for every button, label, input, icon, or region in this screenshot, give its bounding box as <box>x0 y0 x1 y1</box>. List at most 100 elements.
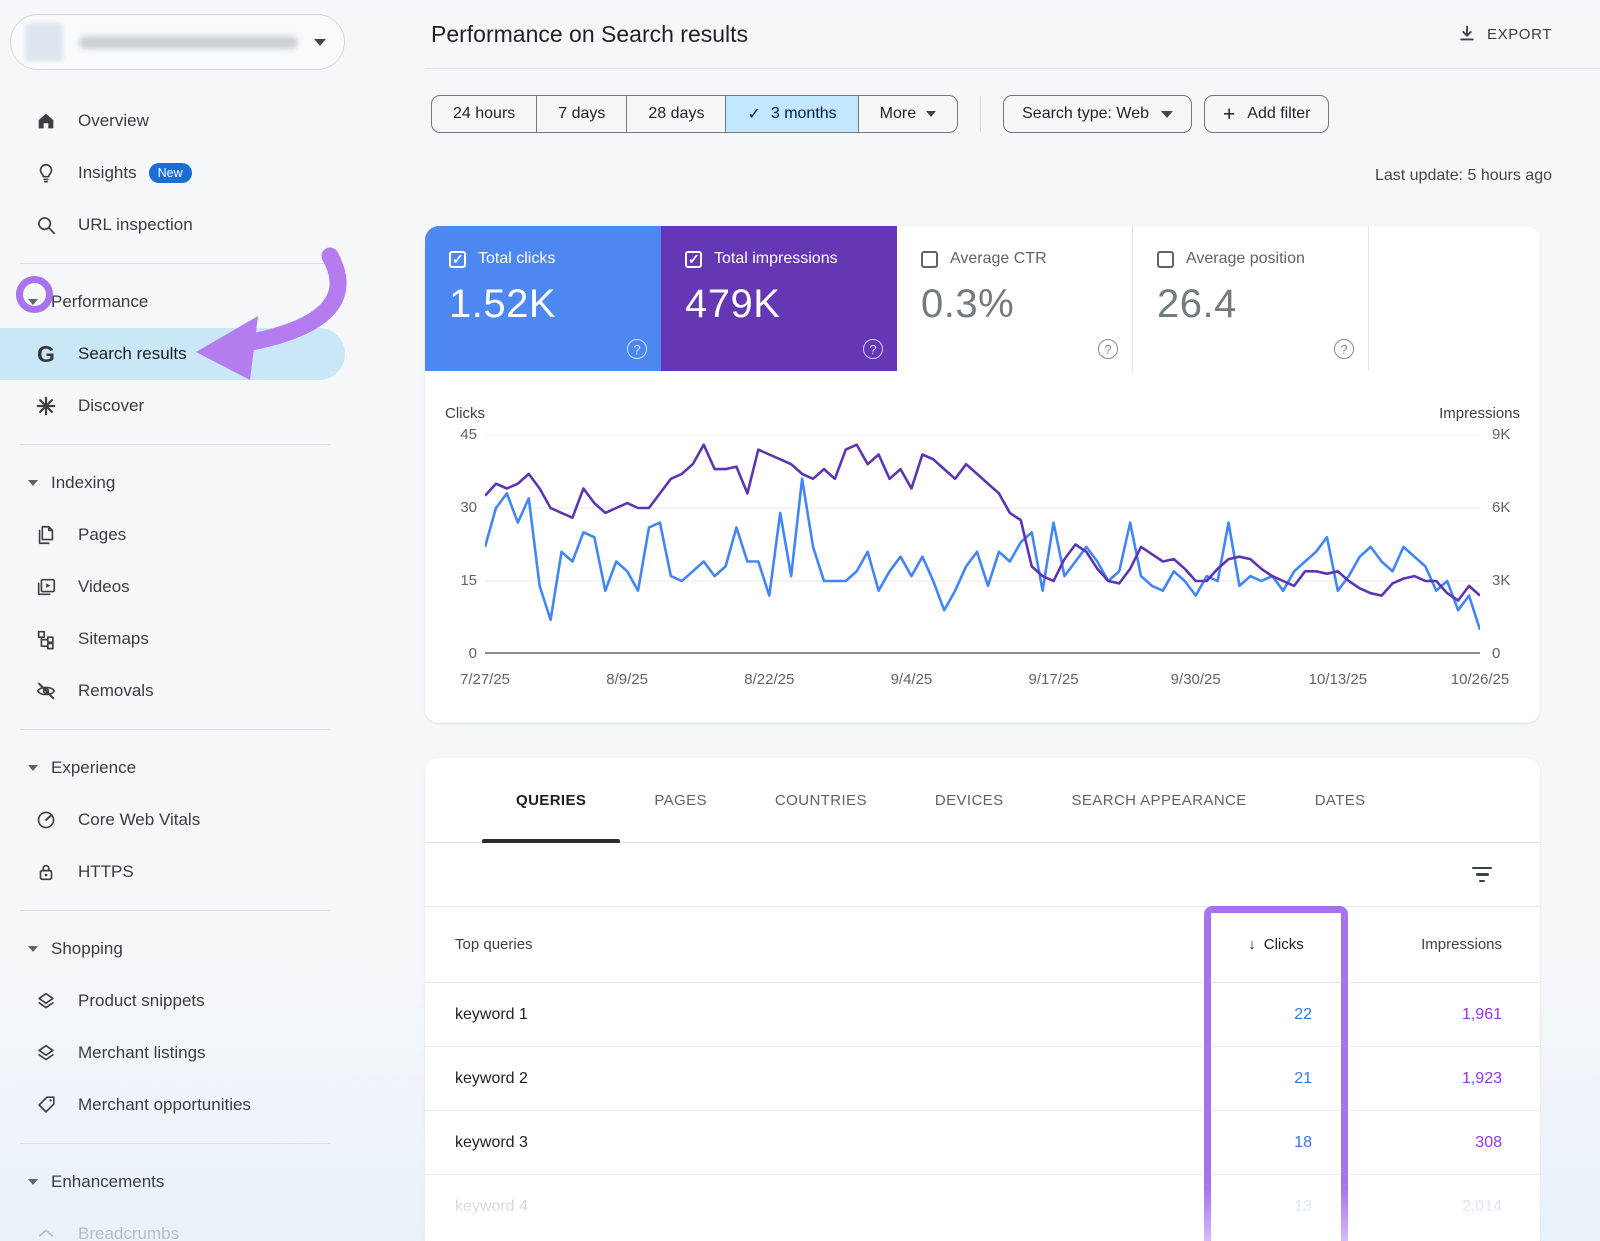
help-icon[interactable]: ? <box>863 339 883 359</box>
divider <box>20 263 330 264</box>
layers-icon <box>34 989 58 1013</box>
sidebar-item-https[interactable]: HTTPS <box>0 846 425 898</box>
sidebar-item-breadcrumbs[interactable]: Breadcrumbs <box>0 1208 425 1241</box>
range-more-dropdown[interactable]: More <box>858 96 957 132</box>
help-icon[interactable]: ? <box>1334 339 1354 359</box>
impressions-value: 2,014 <box>1348 1198 1540 1216</box>
y-axis-right-tick: 3K <box>1492 573 1536 589</box>
tab-queries[interactable]: QUERIES <box>482 758 620 842</box>
sidebar-item-overview[interactable]: Overview <box>0 95 425 147</box>
sidebar-item-core-web-vitals[interactable]: Core Web Vitals <box>0 794 425 846</box>
sidebar-item-merchant-listings[interactable]: Merchant listings <box>0 1027 425 1079</box>
x-axis-tick: 9/4/25 <box>891 671 933 688</box>
search-type-button[interactable]: Search type: Web <box>1003 95 1192 133</box>
tab-search-appearance[interactable]: SEARCH APPEARANCE <box>1038 758 1281 842</box>
series-clicks[interactable] <box>485 479 1480 630</box>
pages-icon <box>34 523 58 547</box>
total-clicks-card[interactable]: Total clicks 1.52K ? <box>425 226 661 371</box>
average-ctr-card[interactable]: Average CTR 0.3% ? <box>897 226 1133 371</box>
y-axis-left-tick: 0 <box>437 646 477 662</box>
chevron-down-icon <box>28 299 38 305</box>
chevron-down-icon <box>1161 111 1173 118</box>
tab-devices[interactable]: DEVICES <box>901 758 1038 842</box>
clicks-value: 18 <box>1204 1134 1348 1152</box>
impressions-value: 1,923 <box>1348 1070 1540 1088</box>
table-row[interactable]: keyword 3 18 308 <box>425 1111 1540 1175</box>
sidebar-item-sitemaps[interactable]: Sitemaps <box>0 613 425 665</box>
total-impressions-value: 479K <box>685 282 877 327</box>
column-header-clicks[interactable]: ↓Clicks <box>1204 936 1348 953</box>
property-logo <box>25 23 63 61</box>
date-range-control: 24 hours 7 days 28 days ✓ 3 months More <box>431 95 958 133</box>
performance-line-chart[interactable]: Clicks Impressions 4530150 9K6K3K0 7/27/… <box>425 371 1540 723</box>
chart-plot-area[interactable] <box>485 435 1480 654</box>
divider <box>20 910 330 911</box>
divider <box>20 729 330 730</box>
video-icon <box>34 575 58 599</box>
property-selector[interactable] <box>10 14 345 70</box>
sidebar-section-enhancements[interactable]: Enhancements <box>0 1156 425 1208</box>
sidebar-section-experience[interactable]: Experience <box>0 742 425 794</box>
tab-countries[interactable]: COUNTRIES <box>741 758 901 842</box>
sidebar-item-url-inspection[interactable]: URL inspection <box>0 199 425 251</box>
sidebar-item-pages[interactable]: Pages <box>0 509 425 561</box>
column-header-top-queries[interactable]: Top queries <box>425 936 1204 953</box>
help-icon[interactable]: ? <box>627 339 647 359</box>
y-axis-left-tick: 45 <box>437 427 477 443</box>
x-axis-tick: 9/30/25 <box>1171 671 1221 688</box>
total-impressions-card[interactable]: Total impressions 479K ? <box>661 226 897 371</box>
chevron-down-icon <box>28 946 38 952</box>
sidebar-item-removals[interactable]: Removals <box>0 665 425 717</box>
range-28-days[interactable]: 28 days <box>626 96 725 132</box>
home-icon <box>34 109 58 133</box>
sidebar-item-merchant-opportunities[interactable]: Merchant opportunities <box>0 1079 425 1131</box>
table-row[interactable]: keyword 2 21 1,923 <box>425 1047 1540 1111</box>
impressions-value: 308 <box>1348 1134 1540 1152</box>
dimensions-panel: QUERIES PAGES COUNTRIES DEVICES SEARCH A… <box>425 758 1540 1241</box>
help-icon[interactable]: ? <box>1098 339 1118 359</box>
sidebar-section-shopping[interactable]: Shopping <box>0 923 425 975</box>
series-impressions[interactable] <box>485 445 1480 601</box>
checkbox-unchecked-icon[interactable] <box>1157 251 1174 268</box>
y-axis-left-title: Clicks <box>445 405 485 422</box>
table-row[interactable]: keyword 1 22 1,961 <box>425 983 1540 1047</box>
export-button[interactable]: EXPORT <box>1457 24 1552 44</box>
checkbox-unchecked-icon[interactable] <box>921 251 938 268</box>
table-row[interactable]: keyword 4 13 2,014 <box>425 1175 1540 1239</box>
sitemap-tree-icon <box>34 627 58 651</box>
breadcrumb-chevron-icon <box>34 1222 58 1241</box>
add-filter-button[interactable]: + Add filter <box>1204 95 1329 133</box>
range-7-days[interactable]: 7 days <box>536 96 626 132</box>
clicks-value: 21 <box>1204 1070 1348 1088</box>
range-3-months-selected[interactable]: ✓ 3 months <box>725 96 857 132</box>
filter-list-icon[interactable] <box>1472 867 1492 883</box>
main-content: Performance on Search results EXPORT 24 … <box>425 0 1600 1241</box>
sidebar-section-performance[interactable]: Performance <box>0 276 425 328</box>
sidebar-item-search-results[interactable]: G Search results <box>0 328 345 380</box>
clicks-value: 22 <box>1204 1006 1348 1024</box>
sidebar-section-indexing[interactable]: Indexing <box>0 457 425 509</box>
plus-icon: + <box>1223 104 1235 125</box>
column-header-impressions[interactable]: Impressions <box>1348 936 1540 953</box>
y-axis-right-tick: 6K <box>1492 500 1536 516</box>
sidebar-item-product-snippets[interactable]: Product snippets <box>0 975 425 1027</box>
y-axis-left-tick: 30 <box>437 500 477 516</box>
x-axis-tick: 7/27/25 <box>460 671 510 688</box>
sidebar-item-videos[interactable]: Videos <box>0 561 425 613</box>
average-position-card[interactable]: Average position 26.4 ? <box>1133 226 1369 371</box>
divider <box>20 1143 330 1144</box>
checkbox-checked-icon[interactable] <box>449 251 466 268</box>
tab-pages[interactable]: PAGES <box>620 758 741 842</box>
y-axis-right-tick: 0 <box>1492 646 1536 662</box>
range-24-hours[interactable]: 24 hours <box>432 96 536 132</box>
sidebar-item-discover[interactable]: Discover <box>0 380 425 432</box>
checkbox-checked-icon[interactable] <box>685 251 702 268</box>
tab-dates[interactable]: DATES <box>1281 758 1400 842</box>
last-update-text: Last update: 5 hours ago <box>425 167 1600 185</box>
check-icon: ✓ <box>747 104 760 124</box>
sidebar-item-insights[interactable]: Insights New <box>0 147 425 199</box>
card-filler <box>1369 226 1540 371</box>
page-title: Performance on Search results <box>431 21 1457 48</box>
search-icon <box>34 213 58 237</box>
chart-svg[interactable] <box>485 435 1480 654</box>
